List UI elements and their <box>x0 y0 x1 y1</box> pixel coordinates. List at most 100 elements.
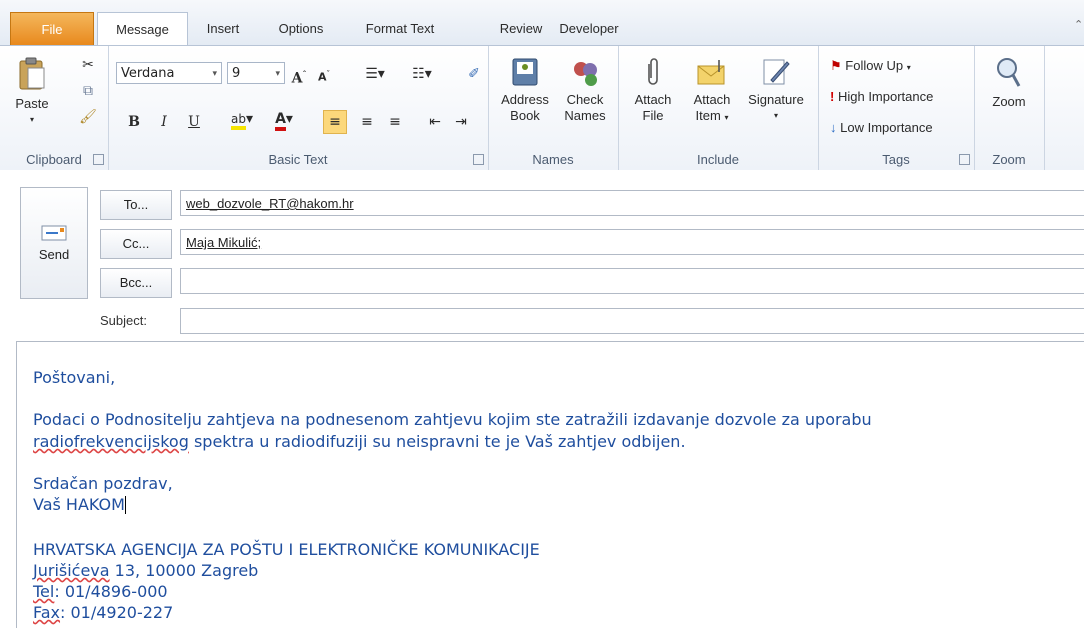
bold-button[interactable]: B <box>126 111 142 133</box>
align-left-button[interactable]: ≡ <box>323 110 347 134</box>
body-line-2-rest: spektra u radiodifuziji su neispravni te… <box>188 432 686 451</box>
body-address-rest: 13, 10000 Zagreb <box>109 561 259 580</box>
attach-file-label-1: Attach <box>634 92 672 107</box>
basic-text-group-label: Basic Text <box>268 152 328 167</box>
ribbon-minimize-icon[interactable]: ⌃ <box>1074 18 1084 36</box>
font-color-icon[interactable]: A▾ <box>266 108 302 131</box>
attach-file-button[interactable]: Attach File <box>628 56 678 124</box>
italic-button[interactable]: I <box>156 111 172 133</box>
high-importance-button[interactable]: ! High Importance <box>830 87 933 107</box>
tab-insert[interactable]: Insert <box>192 12 254 45</box>
magnifier-icon <box>997 58 1021 87</box>
font-size-select[interactable]: 9 ▾ <box>227 62 285 84</box>
body-fax: Fax: 01/4920-227 <box>33 603 173 622</box>
body-org: HRVATSKA AGENCIJA ZA POŠTU I ELEKTRONIČK… <box>33 540 540 559</box>
follow-up-button[interactable]: ⚑ Follow Up ▾ <box>830 56 911 76</box>
body-address: Jurišićeva 13, 10000 Zagreb <box>33 561 258 580</box>
flag-icon: ⚑ <box>830 58 842 73</box>
bcc-field[interactable] <box>180 268 1084 294</box>
attach-item-label-2: Item <box>695 108 721 123</box>
cc-button[interactable]: Cc... <box>100 229 172 259</box>
to-button[interactable]: To... <box>100 190 172 220</box>
tags-launcher-icon[interactable] <box>959 154 970 165</box>
address-book-button[interactable]: Address Book <box>496 56 554 124</box>
zoom-group-label: Zoom <box>992 152 1026 167</box>
cc-field[interactable]: Maja Mikulić; <box>180 229 1084 255</box>
basic-text-launcher-icon[interactable] <box>473 154 484 165</box>
tab-file[interactable]: File <box>10 12 94 45</box>
clipboard-group: Paste ▾ ✂ ⧉ 🖌 Clipboard <box>0 46 109 171</box>
low-importance-button[interactable]: ↓ Low Importance <box>830 118 933 138</box>
misspelled-word: radiofrekvencijskog <box>33 432 189 451</box>
to-recipient[interactable]: web_dozvole_RT@hakom.hr <box>186 196 354 211</box>
clear-formatting-icon[interactable]: ✐ <box>464 63 484 85</box>
signature-label: Signature <box>748 92 804 107</box>
include-group-label: Include <box>697 152 739 167</box>
attach-file-label-2: File <box>642 108 664 123</box>
tab-developer[interactable]: Developer <box>544 12 634 45</box>
paste-button[interactable]: Paste ▾ <box>12 56 52 128</box>
include-group: Attach File Attach Item ▾ Signature ▾ In… <box>618 46 819 171</box>
font-name-value: Verdana <box>121 66 175 81</box>
paste-dropdown-icon[interactable]: ▾ <box>12 112 52 128</box>
bullets-icon[interactable]: ☰▾ <box>358 63 392 85</box>
tags-group-label: Tags <box>882 152 910 167</box>
numbering-icon[interactable]: ☷▾ <box>402 63 442 85</box>
chevron-down-icon: ▾ <box>275 69 280 79</box>
tab-message[interactable]: Message <box>97 12 188 47</box>
signature-button[interactable]: Signature ▾ <box>742 56 810 124</box>
paperclip-icon <box>648 58 658 85</box>
body-closing: Srdačan pozdrav, <box>33 474 173 493</box>
misspelled-word: Tel <box>33 582 55 601</box>
grow-font-icon[interactable]: Aˆ <box>290 63 308 87</box>
highlight-icon[interactable]: ab▾ <box>224 108 260 130</box>
copy-icon[interactable]: ⧉ <box>78 80 98 102</box>
zoom-button[interactable]: Zoom <box>982 56 1036 110</box>
tab-options[interactable]: Options <box>262 12 340 45</box>
align-center-button[interactable]: ≡ <box>358 111 376 133</box>
check-names-label-2: Names <box>564 108 606 123</box>
high-importance-label: High Importance <box>837 89 934 104</box>
clipboard-group-label: Clipboard <box>26 152 82 167</box>
paste-label: Paste <box>15 96 49 111</box>
increase-indent-icon[interactable]: ⇥ <box>452 111 470 133</box>
body-greeting: Poštovani, <box>33 368 116 387</box>
message-body[interactable]: Poštovani, Podaci o Podnositelju zahtjev… <box>16 341 1084 628</box>
font-name-select[interactable]: Verdana ▾ <box>116 62 222 84</box>
decrease-indent-icon[interactable]: ⇤ <box>426 111 444 133</box>
cut-icon[interactable]: ✂ <box>78 54 98 76</box>
signature-icon <box>763 59 790 85</box>
attach-item-label-1: Attach <box>693 92 731 107</box>
shrink-font-icon[interactable]: Aˇ <box>316 63 332 85</box>
attach-item-icon <box>697 60 725 85</box>
clipboard-launcher-icon[interactable] <box>93 154 104 165</box>
body-tel: Tel: 01/4896-000 <box>33 582 168 601</box>
body-sign: Vaš HAKOM <box>33 495 126 514</box>
to-field[interactable]: web_dozvole_RT@hakom.hr <box>180 190 1084 216</box>
body-line-2: radiofrekvencijskog spektra u radiodifuz… <box>33 432 686 451</box>
zoom-label: Zoom <box>992 94 1026 109</box>
send-label: Send <box>38 247 70 262</box>
low-importance-icon: ↓ <box>830 120 837 135</box>
format-painter-icon[interactable]: 🖌 <box>78 106 98 128</box>
send-icon <box>41 225 67 241</box>
bcc-button[interactable]: Bcc... <box>100 268 172 298</box>
attach-item-button[interactable]: Attach Item ▾ <box>684 56 740 126</box>
address-book-label-1: Address <box>501 92 549 107</box>
subject-field[interactable] <box>180 308 1084 334</box>
body-tel-rest: : 01/4896-000 <box>54 582 168 601</box>
body-fax-rest: : 01/4920-227 <box>60 603 174 622</box>
misspelled-word: Jurišićeva <box>33 561 110 580</box>
chevron-down-icon: ▾ <box>773 111 778 120</box>
check-names-icon <box>574 62 597 86</box>
underline-button[interactable]: U <box>186 111 202 133</box>
chevron-down-icon: ▾ <box>906 63 911 72</box>
address-book-icon <box>512 58 538 86</box>
misspelled-word: Fax <box>33 603 61 622</box>
align-right-button[interactable]: ≡ <box>386 111 404 133</box>
tab-format-text[interactable]: Format Text <box>348 12 452 45</box>
send-button[interactable]: Send <box>20 187 88 299</box>
check-names-button[interactable]: Check Names <box>558 56 612 124</box>
text-cursor <box>124 496 126 514</box>
cc-recipient[interactable]: Maja Mikulić; <box>186 235 261 250</box>
